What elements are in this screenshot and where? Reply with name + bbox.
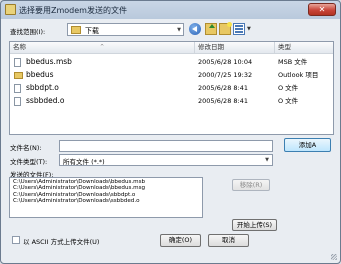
- folder-icon: [71, 26, 81, 34]
- file-row[interactable]: ssbbded.o 2005/6/28 8:41 O 文件: [10, 95, 333, 107]
- ascii-upload-label[interactable]: 以 ASCII 方式上传文件(U): [23, 236, 99, 246]
- file-date: 2005/6/28 10:04: [198, 58, 253, 66]
- file-name: ssbbded.o: [26, 96, 65, 105]
- file-name: bbedus.msb: [26, 57, 72, 66]
- up-folder-icon[interactable]: [205, 23, 217, 35]
- file-date: 2005/6/28 8:41: [198, 84, 248, 92]
- filetype-label: 文件类型(T):: [10, 158, 48, 166]
- chevron-down-icon: ▼: [265, 157, 269, 163]
- file-name: bbedus: [26, 70, 54, 79]
- column-header-name[interactable]: 名称 ^: [10, 42, 195, 54]
- lookin-select[interactable]: 下载 ▼: [67, 23, 184, 36]
- start-upload-button[interactable]: 开始上传(S): [232, 219, 277, 231]
- new-folder-icon[interactable]: [219, 22, 232, 35]
- folder-icon: [14, 72, 23, 79]
- sending-files-list[interactable]: C:\Users\Administrator\Downloads\bbedus.…: [9, 177, 203, 218]
- file-row[interactable]: bbedus 2000/7/25 19:32 Outlook 项目: [10, 69, 333, 81]
- ok-button[interactable]: 确定(O): [160, 234, 201, 247]
- remove-button[interactable]: 移除(R): [232, 179, 270, 191]
- filename-label: 文件名(N):: [10, 144, 42, 152]
- view-menu-icon[interactable]: [233, 23, 245, 35]
- file-icon: [14, 58, 21, 67]
- lookin-value: 下载: [85, 27, 99, 35]
- column-header-type[interactable]: 类型: [275, 42, 333, 54]
- ascii-upload-checkbox[interactable]: [12, 236, 20, 244]
- column-header-name-label: 名称: [13, 43, 26, 51]
- file-type: MSB 文件: [278, 58, 308, 66]
- view-menu-arrow-icon[interactable]: ▼: [247, 26, 251, 32]
- file-name: sbbdpt.o: [26, 83, 59, 92]
- sort-chevron-icon: ^: [100, 44, 105, 50]
- lookin-label: 查找范围(I):: [10, 28, 46, 36]
- app-icon: [5, 4, 16, 15]
- list-item[interactable]: C:\Users\Administrator\Downloads\ssbbded…: [13, 198, 199, 204]
- file-type: O 文件: [278, 84, 299, 92]
- title-bar[interactable]: 选择要用Zmodem发送的文件 ✕: [1, 1, 340, 19]
- file-type: O 文件: [278, 97, 299, 105]
- filetype-value: 所有文件 (*.*): [63, 158, 105, 166]
- add-button[interactable]: 添加A: [284, 138, 331, 152]
- cancel-button[interactable]: 取消: [208, 234, 249, 247]
- file-date: 2005/6/28 8:41: [198, 97, 248, 105]
- file-list[interactable]: 名称 ^ 修改日期 类型 bbedus.msb 2005/6/28 10:04 …: [9, 41, 334, 135]
- file-type: Outlook 项目: [278, 71, 319, 79]
- resize-grip-icon[interactable]: [331, 254, 337, 260]
- window-title: 选择要用Zmodem发送的文件: [19, 6, 127, 15]
- file-row[interactable]: bbedus.msb 2005/6/28 10:04 MSB 文件: [10, 56, 333, 68]
- filename-input[interactable]: [59, 140, 273, 152]
- file-icon: [14, 84, 21, 93]
- filetype-select[interactable]: 所有文件 (*.*) ▼: [59, 154, 273, 166]
- back-icon[interactable]: [189, 23, 201, 35]
- chevron-down-icon: ▼: [177, 27, 181, 33]
- file-date: 2000/7/25 19:32: [198, 71, 253, 79]
- column-header-date[interactable]: 修改日期: [195, 42, 275, 54]
- file-row[interactable]: sbbdpt.o 2005/6/28 8:41 O 文件: [10, 82, 333, 94]
- file-icon: [14, 97, 21, 106]
- file-dialog-window: 选择要用Zmodem发送的文件 ✕ 查找范围(I): 下载 ▼ ▼ 名称 ^ 修…: [0, 0, 341, 264]
- close-button[interactable]: ✕: [308, 3, 336, 16]
